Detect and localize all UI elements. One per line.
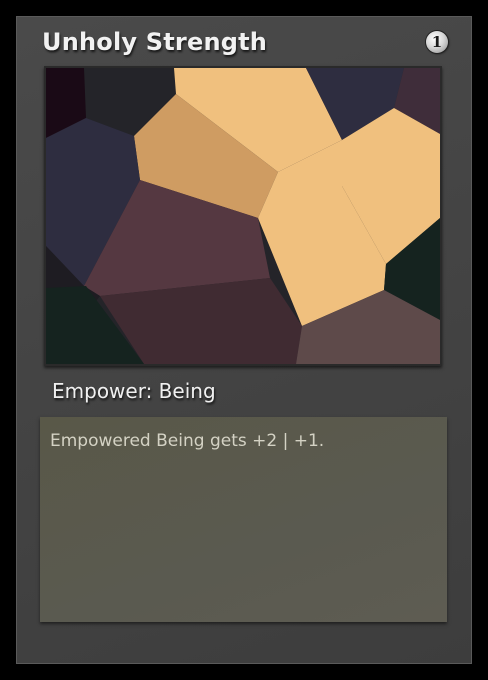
card-title: Unholy Strength xyxy=(42,28,268,56)
mana-cost-badge: 1 xyxy=(426,31,448,53)
rules-text-box: Empowered Being gets +2 | +1. xyxy=(40,417,447,622)
card-art xyxy=(44,66,442,366)
card-art-image xyxy=(46,68,440,364)
card-type-line: Empower: Being xyxy=(52,379,216,403)
card[interactable]: Unholy Strength 1 Empower: Being Empower… xyxy=(0,0,488,680)
rules-text: Empowered Being gets +2 | +1. xyxy=(50,431,325,451)
